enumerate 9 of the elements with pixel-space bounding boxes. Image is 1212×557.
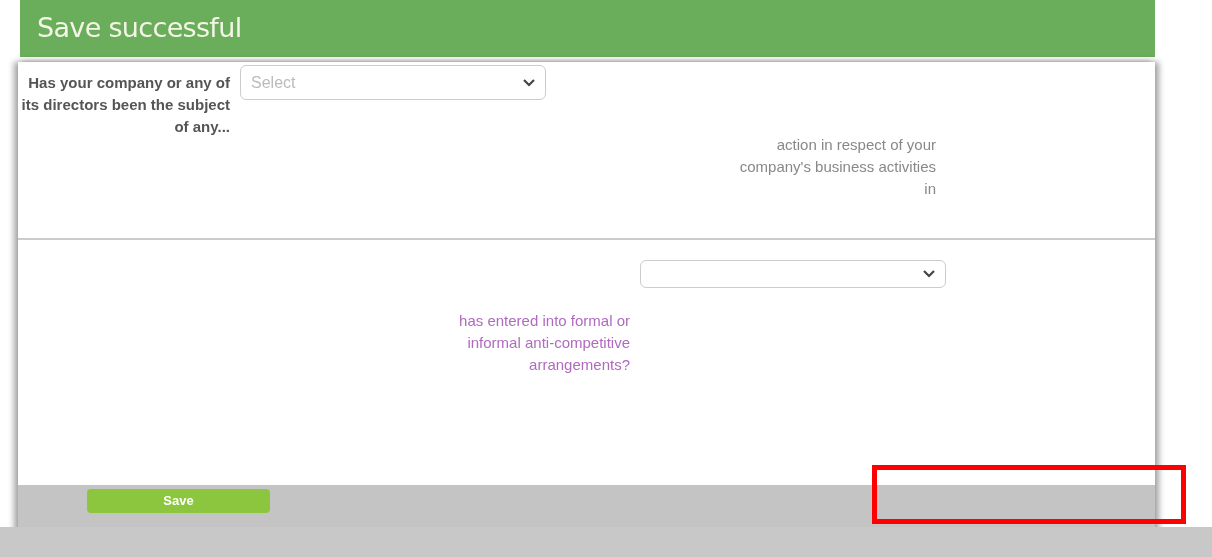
question-label: has entered into formal or informal anti-competitive arrangements? <box>458 311 630 375</box>
chevron-down-icon <box>523 78 535 87</box>
select-field[interactable] <box>640 260 946 288</box>
select-field[interactable]: Select <box>240 65 546 100</box>
question-label: action in respect of your company's business activities in <box>738 135 936 199</box>
chevron-down-icon <box>923 270 935 278</box>
question-label: Has your company or any of its directors been the subject of any... <box>20 73 230 137</box>
banner-title: Save successful <box>37 11 242 46</box>
save-button[interactable]: Save <box>87 488 270 513</box>
